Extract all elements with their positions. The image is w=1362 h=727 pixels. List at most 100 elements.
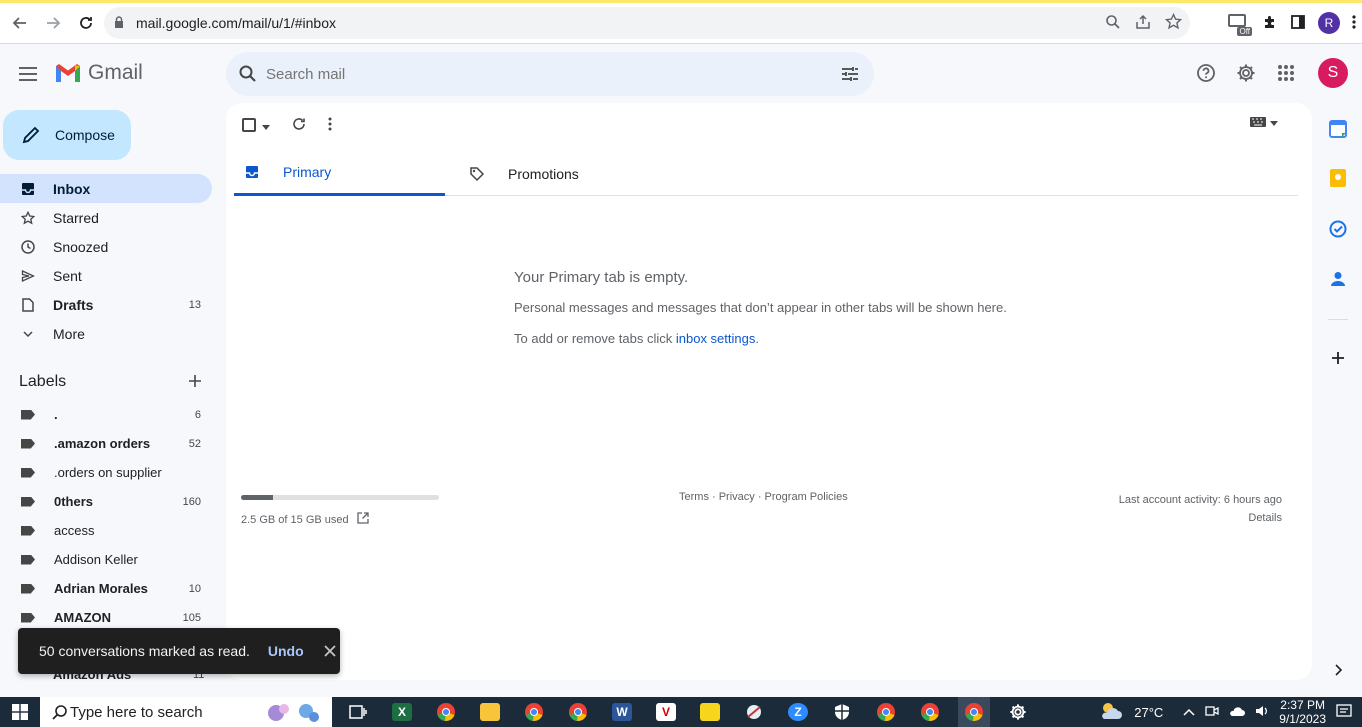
search-highlight-icon — [264, 699, 324, 727]
label-item[interactable]: 0thers 160 — [0, 487, 212, 516]
label-count: 160 — [182, 495, 201, 508]
sidebar-item-more[interactable]: More — [0, 319, 212, 348]
volume-icon[interactable] — [1255, 704, 1269, 721]
compose-button[interactable]: Compose — [3, 110, 131, 160]
empty-state: Your Primary tab is empty. Personal mess… — [514, 269, 1007, 362]
calendar-icon[interactable] — [1328, 119, 1348, 139]
notification-center-icon[interactable] — [1336, 703, 1352, 722]
file-explorer-icon[interactable] — [474, 697, 506, 727]
browser-menu-icon[interactable] — [1352, 14, 1356, 33]
storage-bar-fill — [241, 495, 273, 500]
shield-icon[interactable] — [826, 697, 858, 727]
tasks-icon[interactable] — [1328, 219, 1348, 239]
label-count: 105 — [182, 611, 201, 624]
chrome-icon[interactable] — [914, 697, 946, 727]
tab-primary[interactable]: Primary — [234, 151, 445, 196]
sidebar-item-snoozed[interactable]: Snoozed — [0, 232, 212, 261]
extension-off-icon[interactable]: Off — [1228, 12, 1252, 36]
label-item[interactable]: .orders on supplier — [0, 458, 212, 487]
back-button[interactable] — [4, 7, 36, 39]
sidebar-item-starred[interactable]: Starred — [0, 203, 212, 232]
settings-gear-icon[interactable] — [1234, 61, 1258, 85]
main-panel: Primary Promotions Your Primary tab is e… — [226, 103, 1312, 680]
label-item[interactable]: Addison Keller — [0, 545, 212, 574]
search-bar[interactable] — [226, 52, 874, 96]
excel-icon[interactable]: X — [386, 697, 418, 727]
chrome-icon[interactable] — [518, 697, 550, 727]
open-external-icon[interactable] — [356, 512, 369, 527]
footer-links[interactable]: Terms · Privacy · Program Policies — [679, 491, 848, 503]
clock[interactable]: 2:37 PM 9/1/2023 — [1279, 698, 1326, 726]
more-options-icon[interactable] — [328, 117, 332, 134]
account-avatar[interactable]: S — [1318, 58, 1348, 88]
label-item[interactable]: access — [0, 516, 212, 545]
label-item[interactable]: . 6 — [0, 400, 212, 429]
chevron-right-icon[interactable] — [1328, 660, 1348, 680]
close-icon[interactable] — [324, 641, 336, 662]
help-icon[interactable] — [1194, 61, 1218, 85]
contacts-icon[interactable] — [1328, 269, 1348, 289]
search-icon[interactable] — [238, 64, 258, 84]
select-all-checkbox[interactable] — [242, 118, 256, 132]
weather-cloud-icon[interactable] — [1098, 701, 1124, 724]
zoom-icon[interactable] — [1105, 14, 1121, 33]
keep-icon[interactable] — [1328, 168, 1348, 188]
undo-button[interactable]: Undo — [268, 643, 304, 659]
sidebar-item-sent[interactable]: Sent — [0, 261, 212, 290]
sidebar-item-inbox[interactable]: Inbox — [0, 174, 212, 203]
gmail-logo[interactable]: Gmail — [54, 61, 143, 85]
onedrive-cloud-icon[interactable] — [1229, 705, 1246, 719]
label-item[interactable]: .amazon orders 52 — [0, 429, 212, 458]
sidebar-item-drafts[interactable]: Drafts 13 — [0, 290, 212, 319]
refresh-icon[interactable] — [292, 117, 306, 134]
settings-gear-icon[interactable] — [1002, 697, 1034, 727]
caret-down-icon[interactable] — [262, 117, 270, 133]
clock-icon — [20, 239, 36, 255]
share-icon[interactable] — [1135, 14, 1151, 33]
label-tag-icon — [21, 583, 35, 594]
label-name: Adrian Morales — [54, 581, 148, 596]
main-menu-icon[interactable] — [16, 62, 40, 86]
keyboard-icon — [1250, 117, 1266, 130]
add-label-plus-icon[interactable] — [188, 371, 202, 394]
word-icon[interactable]: W — [606, 697, 638, 727]
category-tabs: Primary Promotions — [234, 151, 1298, 196]
snipping-tool-icon[interactable] — [738, 697, 770, 727]
inbox-settings-link[interactable]: inbox settings — [676, 331, 756, 346]
search-input[interactable] — [266, 65, 786, 83]
bookmark-star-icon[interactable] — [1164, 12, 1183, 33]
apps-grid-icon[interactable] — [1274, 61, 1298, 85]
windows-start-icon[interactable] — [0, 697, 40, 727]
label-item[interactable]: Adrian Morales 10 — [0, 574, 212, 603]
tab-promotions[interactable]: Promotions — [459, 151, 670, 196]
windows-taskbar: Type here to search X W V Z 27°C 2:37 PM… — [0, 697, 1362, 727]
empty-hint-suffix: . — [755, 331, 759, 346]
label-count: 6 — [194, 408, 201, 421]
address-bar[interactable]: mail.google.com/mail/u/1/#inbox — [104, 7, 1190, 39]
zoom-app-icon[interactable]: Z — [782, 697, 814, 727]
extensions-puzzle-icon[interactable] — [1262, 14, 1278, 33]
input-tools-dropdown[interactable] — [1250, 117, 1278, 130]
chevron-up-icon[interactable] — [1183, 705, 1195, 719]
chrome-icon-active[interactable] — [958, 697, 990, 727]
browser-profile-avatar[interactable]: R — [1318, 12, 1340, 34]
chrome-icon[interactable] — [562, 697, 594, 727]
select-all-dropdown[interactable] — [242, 117, 270, 133]
sticky-notes-icon[interactable] — [694, 697, 726, 727]
taskbar-search-box[interactable]: Type here to search — [40, 697, 332, 727]
gmail-wordmark: Gmail — [88, 61, 143, 84]
chrome-icon[interactable] — [430, 697, 462, 727]
add-addon-plus-icon[interactable] — [1328, 348, 1348, 368]
last-activity-text: Last account activity: 6 hours ago — [1118, 494, 1282, 506]
app-icon[interactable]: V — [650, 697, 682, 727]
task-view-icon[interactable] — [342, 697, 374, 727]
chrome-icon[interactable] — [870, 697, 902, 727]
caret-down-icon — [1270, 118, 1278, 129]
meet-now-icon[interactable] — [1205, 704, 1219, 721]
details-link[interactable]: Details — [1119, 509, 1282, 527]
reload-button[interactable] — [70, 7, 102, 39]
search-options-icon[interactable] — [840, 64, 860, 87]
side-panel-icon[interactable] — [1290, 14, 1306, 33]
forward-button[interactable] — [37, 7, 69, 39]
search-icon — [52, 704, 68, 723]
